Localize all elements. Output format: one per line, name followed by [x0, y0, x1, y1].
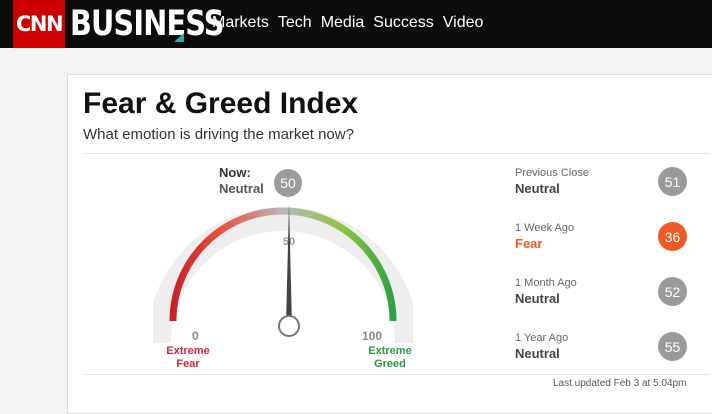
divider — [83, 374, 710, 375]
history-value-badge: 51 — [658, 167, 687, 196]
nav-tech[interactable]: Tech — [278, 14, 312, 32]
top-nav-bar: CNN BUSINESS Markets Tech Media Success … — [0, 0, 712, 48]
gauge-min-label: 0 — [192, 329, 199, 343]
section-nav: Markets Tech Media Success Video — [212, 14, 492, 32]
fear-greed-card: Fear & Greed Index What emotion is drivi… — [67, 74, 712, 414]
nav-media[interactable]: Media — [321, 14, 365, 32]
widget-subtitle: What emotion is driving the market now? — [83, 126, 354, 143]
brand-triangle-icon — [174, 33, 184, 42]
history-period: 1 Year Ago — [515, 332, 569, 344]
gauge-max-label: 100 — [362, 329, 383, 343]
nav-video[interactable]: Video — [443, 14, 484, 32]
history-sentiment: Neutral — [515, 346, 560, 361]
history-row-1-week-ago: 1 Week Ago Fear 36 — [515, 222, 695, 262]
now-sentiment: Neutral — [219, 181, 264, 196]
history-period: 1 Month Ago — [515, 277, 577, 289]
history-value-badge: 36 — [658, 222, 687, 251]
extreme-greed-label: Extreme Greed — [368, 345, 412, 370]
history-row-1-month-ago: 1 Month Ago Neutral 52 — [515, 277, 695, 317]
history-row-1-year-ago: 1 Year Ago Neutral 55 — [515, 332, 695, 372]
nav-success[interactable]: Success — [373, 14, 433, 32]
history-sentiment: Neutral — [515, 181, 560, 196]
history-period: Previous Close — [515, 167, 589, 179]
divider — [83, 153, 710, 154]
last-updated-text: Last updated Feb 3 at 5:04pm — [553, 378, 687, 389]
now-value-badge: 50 — [274, 169, 302, 197]
business-wordmark[interactable]: BUSINESS — [70, 4, 224, 44]
history-value-badge: 52 — [658, 277, 687, 306]
extreme-fear-label: Extreme Fear — [166, 345, 210, 370]
cnn-logo[interactable]: CNN — [13, 0, 65, 48]
history-row-previous-close: Previous Close Neutral 51 — [515, 167, 695, 207]
widget-title: Fear & Greed Index — [83, 87, 359, 120]
gauge-needle-hub — [278, 315, 300, 337]
history-sentiment: Fear — [515, 236, 543, 251]
history-value-badge: 55 — [658, 332, 687, 361]
history-sentiment: Neutral — [515, 291, 560, 306]
nav-markets[interactable]: Markets — [212, 14, 269, 32]
now-label: Now: — [219, 165, 251, 180]
history-period: 1 Week Ago — [515, 222, 575, 234]
